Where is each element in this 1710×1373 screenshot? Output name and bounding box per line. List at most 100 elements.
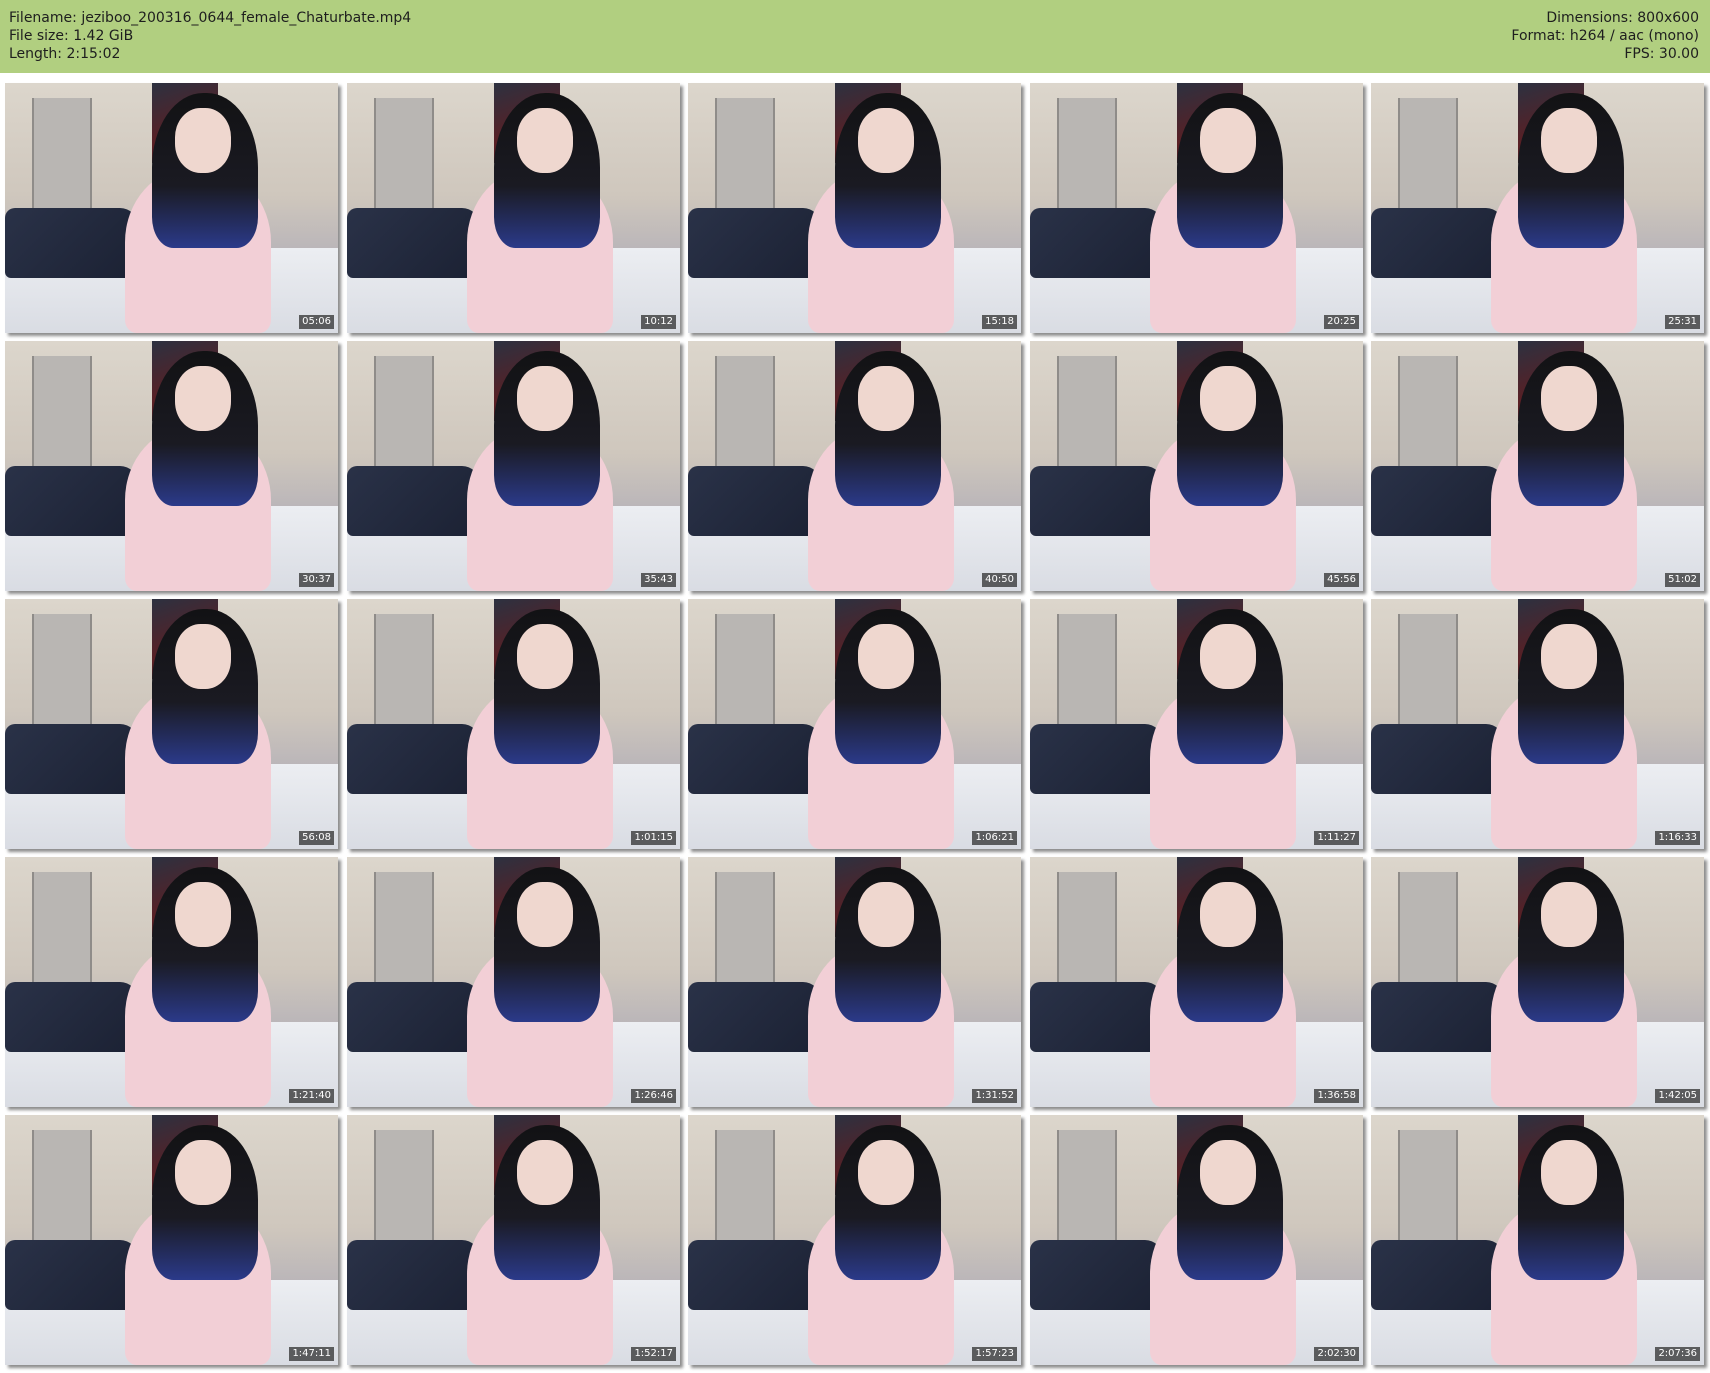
pillow-shape — [347, 982, 481, 1052]
video-thumbnail: 56:08 — [5, 599, 338, 849]
fps-label: FPS: — [1624, 46, 1655, 62]
video-thumbnail: 1:52:17 — [347, 1115, 680, 1365]
pillow-shape — [1030, 466, 1164, 536]
filesize-label: File size: — [9, 28, 69, 44]
pillow-shape — [5, 466, 139, 536]
thumbnail-timestamp: 1:16:33 — [1655, 831, 1700, 845]
thumbnail-timestamp: 1:11:27 — [1314, 831, 1359, 845]
filesize-value: 1.42 GiB — [73, 28, 134, 44]
face-shape — [857, 624, 915, 689]
pillow-shape — [347, 1240, 481, 1310]
thumbnail-timestamp: 2:02:30 — [1314, 1347, 1359, 1361]
video-thumbnail: 2:07:36 — [1371, 1115, 1704, 1365]
face-shape — [857, 366, 915, 431]
face-shape — [174, 108, 232, 173]
video-thumbnail: 1:06:21 — [688, 599, 1021, 849]
video-thumbnail: 45:56 — [1030, 341, 1363, 591]
video-thumbnail: 1:21:40 — [5, 857, 338, 1107]
pillow-shape — [1030, 724, 1164, 794]
thumbnail-timestamp: 1:36:58 — [1314, 1089, 1359, 1103]
pillow-shape — [5, 724, 139, 794]
pillow-shape — [5, 208, 139, 278]
face-shape — [857, 108, 915, 173]
thumbnail-timestamp: 1:57:23 — [972, 1347, 1017, 1361]
pillow-shape — [688, 724, 822, 794]
video-thumbnail: 1:36:58 — [1030, 857, 1363, 1107]
face-shape — [1199, 108, 1257, 173]
face-shape — [516, 366, 574, 431]
face-shape — [516, 108, 574, 173]
thumbnail-timestamp: 05:06 — [299, 315, 334, 329]
face-shape — [516, 882, 574, 947]
thumbnail-timestamp: 30:37 — [299, 573, 334, 587]
thumbnail-timestamp: 1:26:46 — [631, 1089, 676, 1103]
format-row: Format: h264 / aac (mono) — [1511, 27, 1699, 45]
thumbnail-timestamp: 15:18 — [982, 315, 1017, 329]
video-thumbnail: 1:57:23 — [688, 1115, 1021, 1365]
face-shape — [1199, 882, 1257, 947]
video-thumbnail: 40:50 — [688, 341, 1021, 591]
thumbnail-timestamp: 1:31:52 — [972, 1089, 1017, 1103]
thumbnail-timestamp: 51:02 — [1665, 573, 1700, 587]
video-thumbnail: 15:18 — [688, 83, 1021, 333]
face-shape — [1199, 624, 1257, 689]
filename-value: jeziboo_200316_0644_female_Chaturbate.mp… — [81, 10, 412, 26]
video-thumbnail: 10:12 — [347, 83, 680, 333]
pillow-shape — [1371, 208, 1505, 278]
thumbnail-timestamp: 1:06:21 — [972, 831, 1017, 845]
video-thumbnail: 1:31:52 — [688, 857, 1021, 1107]
face-shape — [1540, 1140, 1598, 1205]
face-shape — [857, 1140, 915, 1205]
video-thumbnail: 20:25 — [1030, 83, 1363, 333]
pillow-shape — [5, 1240, 139, 1310]
video-thumbnail: 1:26:46 — [347, 857, 680, 1107]
face-shape — [1540, 108, 1598, 173]
pillow-shape — [1030, 982, 1164, 1052]
pillow-shape — [1030, 208, 1164, 278]
pillow-shape — [688, 1240, 822, 1310]
pillow-shape — [1371, 982, 1505, 1052]
pillow-shape — [347, 208, 481, 278]
thumbnail-timestamp: 40:50 — [982, 573, 1017, 587]
length-value: 2:15:02 — [66, 46, 121, 62]
file-info-right: Dimensions: 800x600 Format: h264 / aac (… — [1511, 9, 1699, 63]
pillow-shape — [1030, 1240, 1164, 1310]
video-thumbnail: 25:31 — [1371, 83, 1704, 333]
pillow-shape — [1371, 1240, 1505, 1310]
pillow-shape — [1371, 724, 1505, 794]
filename-row: Filename: jeziboo_200316_0644_female_Cha… — [9, 9, 411, 27]
file-info-header: Filename: jeziboo_200316_0644_female_Cha… — [0, 0, 1710, 73]
video-thumbnail: 1:42:05 — [1371, 857, 1704, 1107]
thumbnail-timestamp: 1:47:11 — [289, 1347, 334, 1361]
fps-value: 30.00 — [1658, 46, 1699, 62]
thumbnail-timestamp: 35:43 — [641, 573, 676, 587]
length-label: Length: — [9, 46, 63, 62]
face-shape — [1540, 624, 1598, 689]
length-row: Length: 2:15:02 — [9, 45, 411, 63]
video-thumbnail: 35:43 — [347, 341, 680, 591]
pillow-shape — [5, 982, 139, 1052]
pillow-shape — [347, 466, 481, 536]
pillow-shape — [688, 466, 822, 536]
thumbnail-timestamp: 45:56 — [1324, 573, 1359, 587]
face-shape — [516, 624, 574, 689]
thumbnail-timestamp: 1:42:05 — [1655, 1089, 1700, 1103]
fps-row: FPS: 30.00 — [1511, 45, 1699, 63]
file-info-left: Filename: jeziboo_200316_0644_female_Cha… — [9, 9, 411, 63]
thumbnail-timestamp: 1:01:15 — [631, 831, 676, 845]
face-shape — [174, 1140, 232, 1205]
thumbnail-timestamp: 1:52:17 — [631, 1347, 676, 1361]
pillow-shape — [347, 724, 481, 794]
video-thumbnail: 2:02:30 — [1030, 1115, 1363, 1365]
face-shape — [174, 366, 232, 431]
filesize-row: File size: 1.42 GiB — [9, 27, 411, 45]
format-value: h264 / aac (mono) — [1569, 28, 1699, 44]
thumbnail-timestamp: 56:08 — [299, 831, 334, 845]
video-thumbnail: 30:37 — [5, 341, 338, 591]
face-shape — [1540, 366, 1598, 431]
face-shape — [516, 1140, 574, 1205]
video-thumbnail: 05:06 — [5, 83, 338, 333]
video-thumbnail: 1:01:15 — [347, 599, 680, 849]
pillow-shape — [688, 982, 822, 1052]
thumbnail-timestamp: 20:25 — [1324, 315, 1359, 329]
